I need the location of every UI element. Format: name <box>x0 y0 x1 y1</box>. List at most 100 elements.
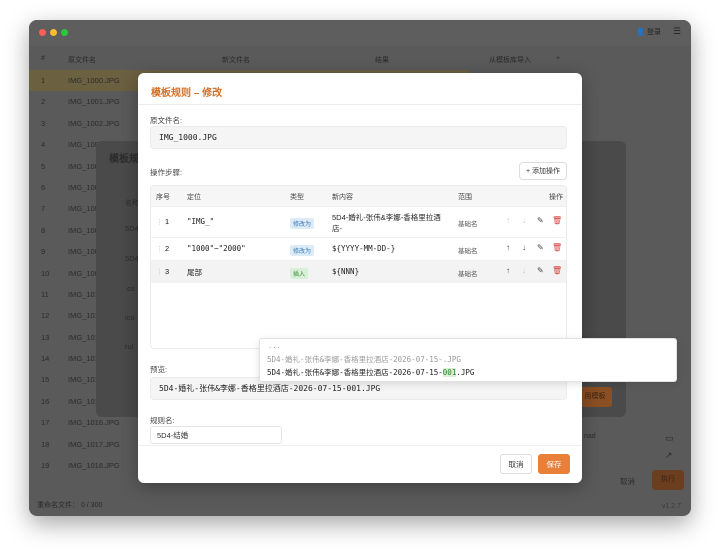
delete-icon[interactable]: 🗑 <box>552 266 562 275</box>
file-row-index: 15 <box>41 375 50 385</box>
step-content: ${NNN} <box>332 267 360 276</box>
original-name-label: 原文件名: <box>150 116 183 125</box>
col-result[interactable]: 结果 <box>375 55 389 65</box>
preview-suggestion-popup: ... 5D4-婚礼-张伟&李娜-香格里拉酒店-2026-07-15-.JPG … <box>259 338 677 382</box>
preview-label: 预览: <box>150 365 168 374</box>
popup-ellipsis: ... <box>268 342 281 350</box>
popup-option-current[interactable]: 5D4-婚礼-张伟&李娜-香格里拉酒店-2026-07-15-001.JPG <box>267 367 474 378</box>
popup-option-prev[interactable]: 5D4-婚礼-张伟&李娜-香格里拉酒店-2026-07-15-.JPG <box>267 354 461 365</box>
file-row-index: 10 <box>41 268 50 278</box>
add-step-label: 添加操作 <box>532 168 561 175</box>
delete-icon[interactable]: 🗑 <box>552 243 562 252</box>
step-row[interactable]: ⋮⋮ 1 "IMG_" 修改为 5D4-婚礼-张伟&李娜-香格里拉酒店- 基础名… <box>151 206 566 237</box>
user-icon: 👤 <box>636 29 646 36</box>
file-row-name: IMG_1016.JPG <box>68 418 120 428</box>
minimize-window-button[interactable] <box>50 29 57 36</box>
add-step-button[interactable]: + 添加操作 <box>519 162 567 180</box>
file-row-index: 8 <box>41 225 46 235</box>
file-row-name: IMG_101 <box>68 311 99 321</box>
bg-frag-4: ico <box>125 313 135 322</box>
step-content: ${YYYY-MM-DD-} <box>332 244 396 253</box>
steps-label: 操作步骤: <box>150 168 183 177</box>
file-row-name: IMG_101 <box>68 396 99 406</box>
file-row-name: IMG_101 <box>68 332 99 342</box>
hdr-type: 类型 <box>290 194 304 201</box>
edit-icon[interactable]: ✎ <box>537 243 544 252</box>
file-row-index: 13 <box>41 332 50 342</box>
file-row-name: IMG_100 <box>68 247 99 257</box>
login-label: 登录 <box>647 29 661 36</box>
step-type-badge: 修改为 <box>290 245 315 256</box>
file-row-name: IMG_1018.JPG <box>68 461 120 471</box>
rename-count: 0 / 300 <box>80 502 103 509</box>
col-index: # <box>41 55 45 62</box>
steps-header: 序号 定位 类型 新内容 范围 操作 <box>151 186 566 206</box>
cancel-button[interactable]: 取消 <box>500 454 532 474</box>
file-row-index: 19 <box>41 461 50 471</box>
login-button[interactable]: 👤 登录 <box>636 27 661 37</box>
step-row[interactable]: ⋮⋮ 2 "1000"~"2000" 修改为 ${YYYY-MM-DD-} 基础… <box>151 237 566 260</box>
col-original-name[interactable]: 原文件名 <box>68 55 96 65</box>
hdr-content: 新内容 <box>332 194 353 201</box>
move-up-icon[interactable]: ↑ <box>506 266 510 275</box>
version-label: v1.2.7 <box>661 503 681 510</box>
bg-dialog-title: 模板规 <box>109 154 139 165</box>
divider <box>138 104 582 105</box>
status-bar: 重命名文件： 0 / 300 <box>37 500 102 510</box>
hdr-no: 序号 <box>156 194 170 201</box>
file-row-index: 6 <box>41 182 46 192</box>
step-no: 1 <box>165 217 170 226</box>
bg-frag-1: 5D4 <box>125 224 139 233</box>
file-row-name: IMG_100 <box>68 161 99 171</box>
step-position: 尾部 <box>187 268 202 277</box>
bg-cancel-button[interactable]: 取消 <box>620 476 635 487</box>
move-down-icon: ↓ <box>522 216 526 225</box>
menu-icon[interactable]: ☰ <box>673 26 681 37</box>
edit-icon[interactable]: ✎ <box>537 216 544 225</box>
file-row-index: 18 <box>41 439 50 449</box>
bg-name-label: 名称 <box>125 200 139 207</box>
file-row-index: 16 <box>41 396 50 406</box>
close-window-button[interactable] <box>39 29 46 36</box>
external-link-icon[interactable]: ↗ <box>665 450 673 461</box>
delete-icon[interactable]: 🗑 <box>552 216 562 225</box>
steps-table: 序号 定位 类型 新内容 范围 操作 ⋮⋮ 1 "IMG_" 修改为 5D4-婚… <box>150 185 567 349</box>
file-row-name: IMG_1001.JPG <box>68 97 120 107</box>
zoom-window-button[interactable] <box>61 29 68 36</box>
run-button[interactable]: 执行 <box>652 470 684 490</box>
step-row[interactable]: ⋮⋮ 3 尾部 插入 ${NNN} 基础名 ↑ ↓ ✎ 🗑 <box>151 260 566 283</box>
bg-frag-3: .cs <box>125 284 135 293</box>
divider <box>138 445 582 446</box>
move-up-icon: ↑ <box>506 216 510 225</box>
plus-icon: + <box>525 167 531 175</box>
move-up-icon[interactable]: ↑ <box>506 243 510 252</box>
popup-text-pre: 5D4-婚礼-张伟&李娜-香格里拉酒店-2026-07-15- <box>267 368 443 377</box>
file-row-index: 1 <box>41 76 46 85</box>
hdr-actions: 操作 <box>549 194 563 201</box>
hdr-position: 定位 <box>187 194 201 201</box>
save-button[interactable]: 保存 <box>538 454 570 474</box>
add-template-icon[interactable]: + <box>556 55 560 62</box>
col-new-name[interactable]: 新文件名 <box>222 55 250 65</box>
open-folder-icon[interactable]: ▭ <box>665 433 674 444</box>
file-table-header: # 原文件名 新文件名 结果 从模板库导入 + <box>29 50 691 68</box>
use-template-button[interactable]: 用模板 <box>578 387 612 407</box>
file-row-index: 14 <box>41 354 50 364</box>
dialog-title: 模板规则 – 修改 <box>151 88 223 99</box>
import-template-button[interactable]: 从模板库导入 <box>489 55 531 65</box>
bg-frag-nad: nad <box>584 433 596 440</box>
bg-frag-5: rul <box>125 342 134 351</box>
file-row-name: IMG_100 <box>68 140 99 150</box>
file-row-index: 3 <box>41 118 46 128</box>
edit-icon[interactable]: ✎ <box>537 266 544 275</box>
popup-text-highlight: 001 <box>442 368 457 377</box>
rename-label: 重命名文件： <box>37 502 79 509</box>
move-down-icon: ↓ <box>522 266 526 275</box>
edit-template-dialog: 模板规则 – 修改 原文件名: IMG_1000.JPG 操作步骤: + 添加操作… <box>138 73 582 483</box>
step-no: 3 <box>165 267 170 276</box>
move-down-icon[interactable]: ↓ <box>522 243 526 252</box>
file-row-name: IMG_100 <box>68 182 99 192</box>
rule-name-input[interactable]: 5D4-结婚 <box>150 426 282 444</box>
file-row-name: IMG_100 <box>68 204 99 214</box>
hdr-scope: 范围 <box>458 194 472 201</box>
